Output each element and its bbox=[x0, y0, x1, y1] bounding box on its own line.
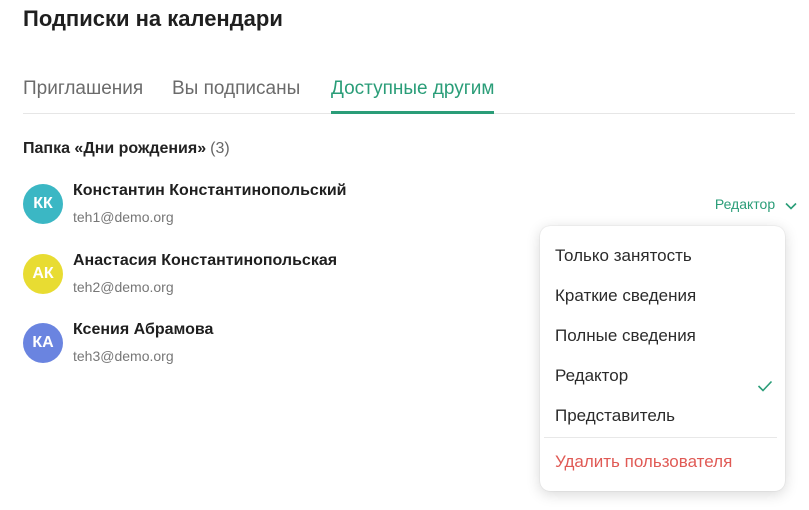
avatar: АК bbox=[23, 254, 63, 294]
user-name: Константин Константинопольский bbox=[73, 182, 347, 199]
tab-invitations[interactable]: Приглашения bbox=[23, 78, 143, 113]
avatar: КК bbox=[23, 184, 63, 224]
user-row: КК Константин Константинопольский teh1@d… bbox=[23, 182, 793, 232]
folder-count: (3) bbox=[210, 140, 230, 157]
menu-item-full-info[interactable]: Полные сведения bbox=[540, 316, 785, 356]
menu-item-label: Редактор bbox=[555, 366, 629, 385]
user-email: teh1@demo.org bbox=[73, 209, 174, 225]
tab-bar: Приглашения Вы подписаны Доступные други… bbox=[23, 78, 795, 114]
user-name: Анастасия Константинопольская bbox=[73, 252, 338, 269]
menu-item-busy-only[interactable]: Только занятость bbox=[540, 236, 785, 276]
menu-item-editor[interactable]: Редактор bbox=[540, 356, 785, 396]
role-select[interactable]: Редактор bbox=[715, 196, 797, 213]
tab-subscribed[interactable]: Вы подписаны bbox=[172, 78, 300, 113]
menu-item-brief-info[interactable]: Краткие сведения bbox=[540, 276, 785, 316]
page-title: Подписки на календари bbox=[23, 6, 283, 31]
user-email: teh2@demo.org bbox=[73, 279, 174, 295]
user-email: teh3@demo.org bbox=[73, 348, 174, 364]
folder-heading: Папка «Дни рождения» (3) bbox=[23, 140, 230, 158]
menu-item-delegate[interactable]: Представитель bbox=[540, 396, 785, 436]
chevron-down-icon bbox=[785, 197, 797, 213]
role-select-value: Редактор bbox=[714, 196, 776, 212]
avatar: КА bbox=[23, 323, 63, 363]
role-dropdown-menu: Только занятость Краткие сведения Полные… bbox=[540, 226, 785, 491]
menu-item-delete-user[interactable]: Удалить пользователя bbox=[540, 442, 785, 482]
menu-divider bbox=[544, 437, 777, 438]
tab-shared-with-others[interactable]: Доступные другим bbox=[331, 78, 495, 114]
user-name: Ксения Абрамова bbox=[73, 321, 214, 338]
folder-label: Папка «Дни рождения» bbox=[23, 140, 207, 157]
